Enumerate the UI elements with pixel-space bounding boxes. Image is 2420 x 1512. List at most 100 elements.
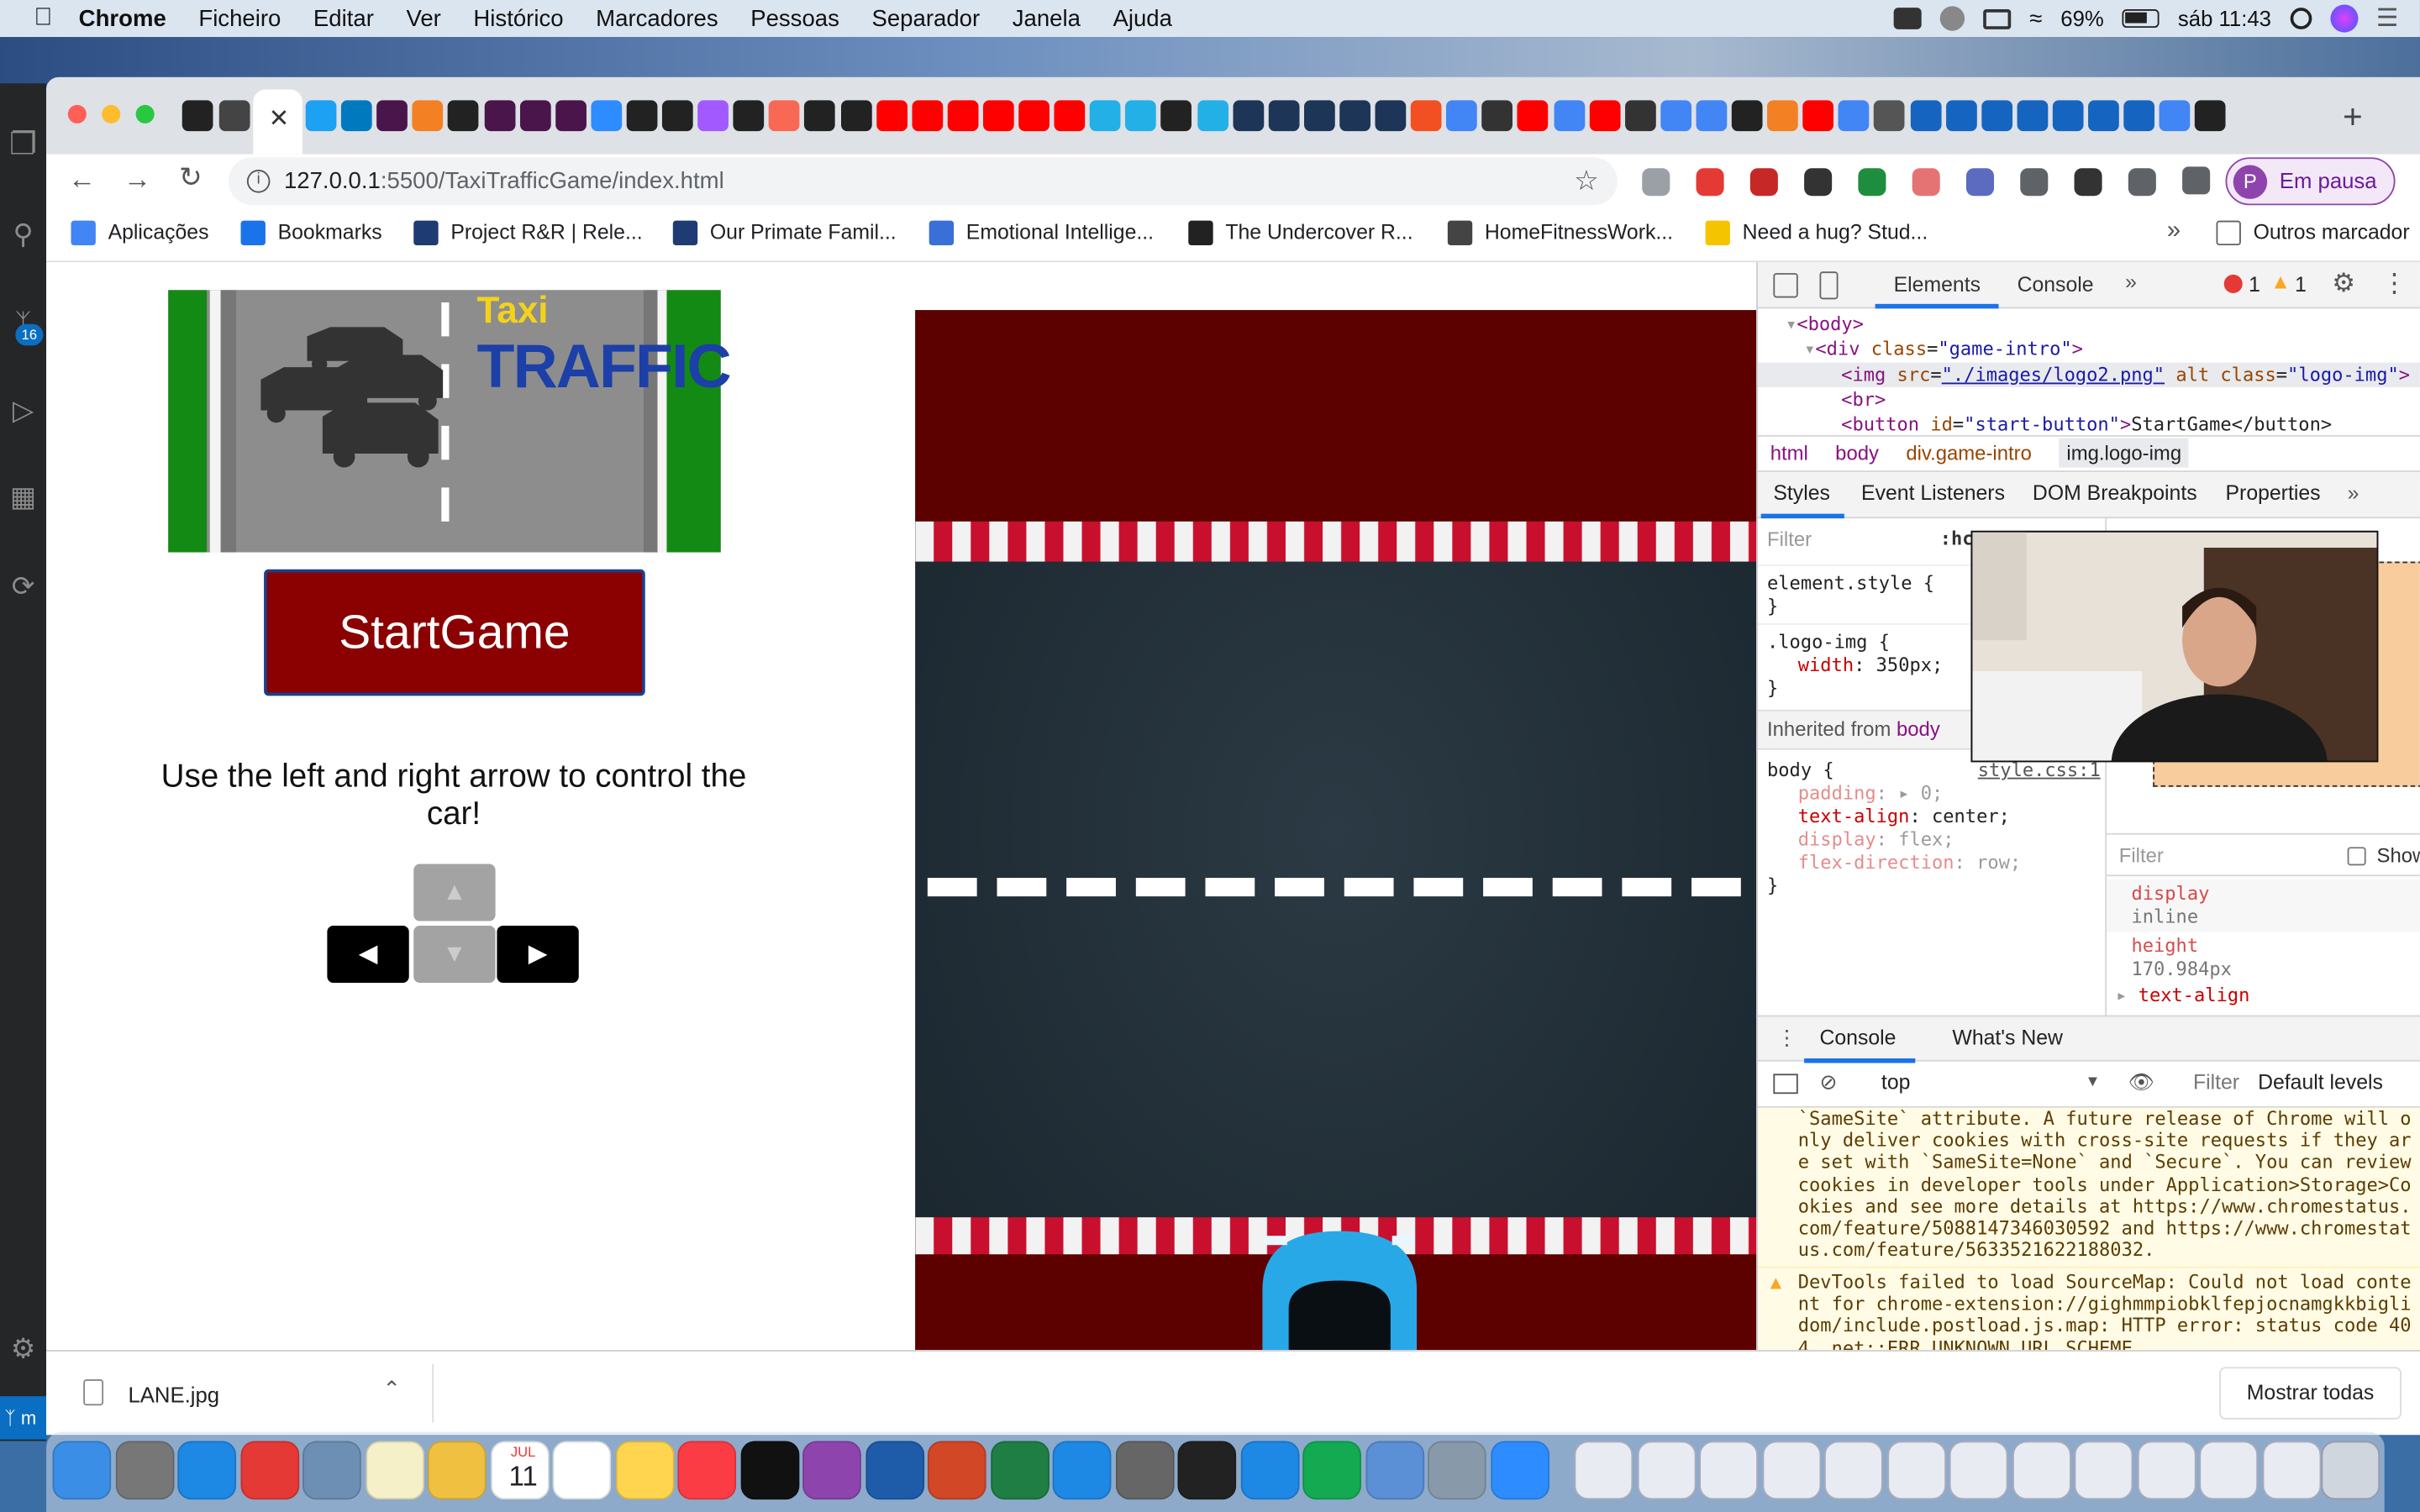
tab-favicon-icon[interactable] (804, 100, 836, 132)
clear-console-icon[interactable]: ⊘ (1819, 1062, 1837, 1105)
more-tabs-icon[interactable]: » (2125, 270, 2137, 293)
dock-app-icon[interactable] (365, 1441, 424, 1500)
bookmark-item[interactable]: Our Primate Famil... (672, 210, 897, 256)
tab-favicon-icon[interactable] (1268, 100, 1299, 132)
log-levels-dropdown[interactable]: Default levels (2258, 1062, 2383, 1105)
dock-window-thumbnail[interactable] (1636, 1441, 1696, 1500)
dock-app-icon[interactable] (1490, 1441, 1549, 1500)
tab-favicon-icon[interactable] (1624, 100, 1656, 132)
computed-property[interactable]: height 170.984px (2107, 932, 2420, 984)
apple-icon[interactable]:  (34, 5, 52, 33)
tab-favicon-icon[interactable] (982, 100, 1014, 132)
facetime-icon[interactable] (1893, 8, 1922, 29)
crumb-div[interactable]: div.game-intro (1906, 441, 2032, 465)
menu-item[interactable]: Histórico (473, 5, 563, 31)
tab-favicon-icon[interactable] (1446, 100, 1478, 132)
extension-icon[interactable] (1696, 168, 1724, 197)
download-filename[interactable]: LANE.jpg (128, 1383, 219, 1407)
tab-dom-breakpoints[interactable]: DOM Breakpoints (2033, 472, 2197, 515)
active-tab[interactable]: ✕ (253, 89, 302, 155)
tab-favicon-icon[interactable] (1375, 100, 1407, 132)
tab-favicon-icon[interactable] (1410, 100, 1442, 132)
dock-app-icon[interactable] (239, 1441, 299, 1500)
dock-app-icon[interactable] (1115, 1441, 1174, 1500)
tab-favicon-icon[interactable] (483, 100, 515, 132)
extension-icon[interactable] (1642, 168, 1670, 197)
menu-item[interactable]: Ficheiro (198, 5, 281, 31)
notification-center-icon[interactable]: ☰ (2376, 3, 2398, 34)
dock-app-icon[interactable] (177, 1441, 237, 1500)
tab-favicon-icon[interactable] (1696, 100, 1728, 132)
drawer-tab-whats-new[interactable]: What's New (1952, 1016, 2062, 1059)
dock-app-icon[interactable] (52, 1441, 112, 1500)
tab-favicon-icon[interactable] (412, 100, 444, 132)
context-dropdown-icon[interactable]: ▼ (2085, 1062, 2100, 1105)
dock-app-icon[interactable] (1302, 1441, 1361, 1500)
dock-app-icon[interactable] (1427, 1441, 1486, 1500)
bookmarks-overflow[interactable]: » (2167, 218, 2181, 245)
tab-favicon-icon[interactable] (1981, 100, 2012, 132)
tab-favicon-icon[interactable] (697, 100, 729, 132)
device-toolbar-icon[interactable] (1819, 271, 1839, 300)
drawer-tab-console[interactable]: Console (1819, 1016, 1896, 1059)
tab-favicon-icon[interactable] (1660, 100, 1691, 132)
devtools-menu-icon[interactable]: ⋮ (2381, 269, 2407, 300)
extension-icon[interactable] (2020, 168, 2049, 197)
tab-favicon-icon[interactable] (626, 100, 658, 132)
close-window-button[interactable] (67, 104, 87, 123)
crumb-body[interactable]: body (1835, 441, 1879, 465)
devtools-settings-icon[interactable]: ⚙ (2332, 269, 2355, 300)
extension-icon[interactable] (1804, 168, 1833, 197)
dock-app-icon[interactable] (1052, 1441, 1112, 1500)
menu-item[interactable]: Ajuda (1113, 5, 1171, 31)
tab-favicon-icon[interactable] (591, 100, 622, 132)
context-selector[interactable]: top (1881, 1062, 1910, 1105)
tab-favicon-icon[interactable] (1197, 100, 1228, 132)
tab-favicon-icon[interactable] (1303, 100, 1335, 132)
tab-favicon-icon[interactable] (840, 100, 871, 132)
dock-app-icon[interactable] (302, 1441, 361, 1500)
tab-favicon-icon[interactable] (2017, 100, 2048, 132)
other-bookmarks-folder[interactable]: Outros marcador (2216, 210, 2410, 256)
extension-icon[interactable] (2128, 168, 2156, 197)
menu-item[interactable]: Marcadores (596, 5, 718, 31)
back-icon[interactable]: ← (68, 164, 96, 197)
computed-filter-input[interactable]: Filter (2119, 844, 2164, 868)
css-declaration[interactable]: display: flex; (1767, 828, 2097, 852)
dock-app-icon[interactable] (1177, 1441, 1237, 1500)
forward-icon[interactable]: → (124, 164, 151, 197)
console-sidebar-icon[interactable] (1773, 1074, 1798, 1095)
dom-node-body[interactable]: ▾<body> (1758, 312, 2420, 337)
dock-app-icon[interactable] (1365, 1441, 1424, 1500)
remote-explorer-icon[interactable]: ⟳ (5, 568, 42, 605)
tab-properties[interactable]: Properties (2226, 472, 2321, 515)
extension-icon[interactable] (1965, 168, 1995, 197)
tab-favicon-icon[interactable] (448, 100, 480, 132)
css-declaration[interactable]: text-align: center; (1767, 806, 2097, 829)
tab-favicon-icon[interactable] (376, 100, 408, 132)
bookmark-item[interactable]: Aplicações (71, 210, 208, 256)
dom-node-img-selected[interactable]: <img src="./images/logo2.png" alt class=… (1758, 361, 2420, 387)
menu-item[interactable]: Separador (871, 5, 980, 31)
battery-icon[interactable] (2122, 9, 2160, 29)
dock-window-thumbnail[interactable] (1699, 1441, 1759, 1500)
tab-favicon-icon[interactable] (2052, 100, 2084, 132)
wifi-icon[interactable]: ≈ (2029, 5, 2042, 31)
menu-app-name[interactable]: Chrome (79, 5, 166, 31)
tab-favicon-icon[interactable] (1518, 100, 1549, 132)
tab-favicon-icon[interactable] (182, 100, 213, 132)
menu-item[interactable]: Editar (313, 5, 374, 31)
tab-favicon-icon[interactable] (1018, 100, 1050, 132)
vscode-status-bar[interactable]: ᛉ m (0, 1396, 47, 1440)
tab-styles[interactable]: Styles (1773, 472, 1830, 515)
tab-favicon-icon[interactable] (876, 100, 908, 132)
extension-icon[interactable] (2074, 168, 2102, 197)
extensions-icon[interactable]: ▦ (5, 478, 42, 515)
explorer-icon[interactable]: ❐ (5, 127, 42, 164)
warning-icon[interactable]: ▲ (2270, 270, 2291, 293)
tab-favicon-icon[interactable] (1909, 100, 1941, 132)
bookmark-star-icon[interactable]: ☆ (1574, 157, 1599, 205)
site-info-icon[interactable]: i (246, 170, 271, 193)
siri-icon[interactable] (2329, 4, 2358, 33)
settings-gear-icon[interactable]: ⚙ (5, 1330, 42, 1367)
